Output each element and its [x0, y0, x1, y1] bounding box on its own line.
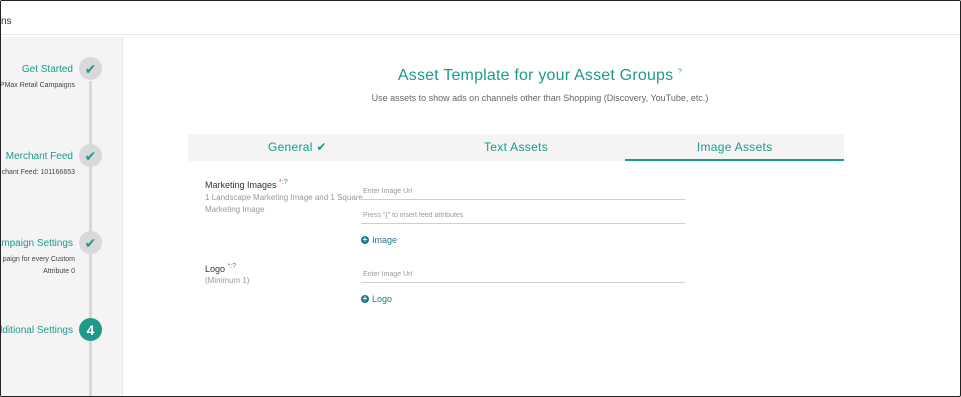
marketing-images-label-text: Marketing Images — [205, 180, 277, 190]
check-icon: ✔ — [84, 60, 97, 77]
app-window: ns Get Started PMax Retail Campaigns ✔ M… — [0, 0, 961, 397]
top-bar: ns — [1, 1, 960, 35]
tab-label: Image Assets — [696, 140, 773, 154]
help-icon[interactable]: ? — [232, 263, 236, 270]
step-active-circle: 4 — [79, 318, 102, 341]
page-subtitle: Use assets to show ads on channels other… — [371, 93, 709, 103]
stepper-sidebar: Get Started PMax Retail Campaigns ✔ Merc… — [0, 37, 123, 396]
top-bar-text: ns — [1, 16, 12, 27]
main-panel: Asset Template for your Asset Groups ? U… — [124, 37, 956, 396]
step-subtitle: chant Feed: 101166653 — [1, 169, 75, 176]
add-image-label: Image — [372, 235, 398, 245]
step-number: 4 — [86, 321, 95, 338]
feed-attributes-input[interactable] — [361, 208, 685, 224]
asset-tabs: General ✔ Text Assets Image Assets — [188, 134, 844, 161]
step-title: Campaign Settings — [1, 238, 73, 249]
check-icon: ✔ — [316, 140, 327, 154]
step-title: Additional Settings — [1, 325, 73, 336]
step-title: Merchant Feed — [5, 151, 73, 162]
step-done-circle: ✔ — [79, 144, 102, 167]
step-subtitle-line1: paign for every Custom — [2, 256, 75, 263]
step-title: Get Started — [21, 64, 73, 75]
tab-label: General — [267, 140, 313, 154]
tab-general[interactable]: General ✔ — [188, 134, 407, 161]
logo-url-input[interactable] — [361, 267, 685, 283]
tab-image-assets[interactable]: Image Assets — [625, 134, 844, 161]
marketing-image-url-input[interactable] — [361, 184, 685, 200]
check-icon: ✔ — [84, 234, 97, 251]
step-done-circle: ✔ — [79, 231, 102, 254]
help-icon[interactable]: ? — [284, 179, 288, 186]
marketing-images-hint-line2: Marketing Image — [205, 205, 265, 214]
plus-circle-icon: + — [361, 235, 369, 244]
tab-label: Text Assets — [484, 140, 548, 154]
check-icon: ✔ — [84, 147, 97, 164]
page-title-text: Asset Template for your Asset Groups — [397, 67, 674, 84]
step-subtitle-line2: Attribute 0 — [43, 268, 75, 275]
logo-hint: (Minimum 1) — [205, 276, 250, 285]
logo-label-text: Logo — [205, 264, 226, 274]
step-done-circle: ✔ — [79, 57, 102, 80]
add-logo-label: Logo — [372, 294, 393, 304]
marketing-images-hint-line1: 1 Landscape Marketing Image and 1 Square — [205, 193, 363, 202]
help-icon[interactable]: ? — [678, 69, 682, 76]
step-subtitle: PMax Retail Campaigns — [0, 82, 75, 89]
tab-text-assets[interactable]: Text Assets — [407, 134, 626, 161]
logo-label: Logo *:? — [205, 263, 236, 274]
marketing-images-label: Marketing Images *:? — [205, 179, 288, 190]
plus-circle-icon: + — [361, 294, 369, 303]
page-title: Asset Template for your Asset Groups ? — [124, 67, 956, 85]
add-logo-button[interactable]: + Logo — [361, 294, 392, 304]
add-image-button[interactable]: + Image — [361, 235, 397, 245]
